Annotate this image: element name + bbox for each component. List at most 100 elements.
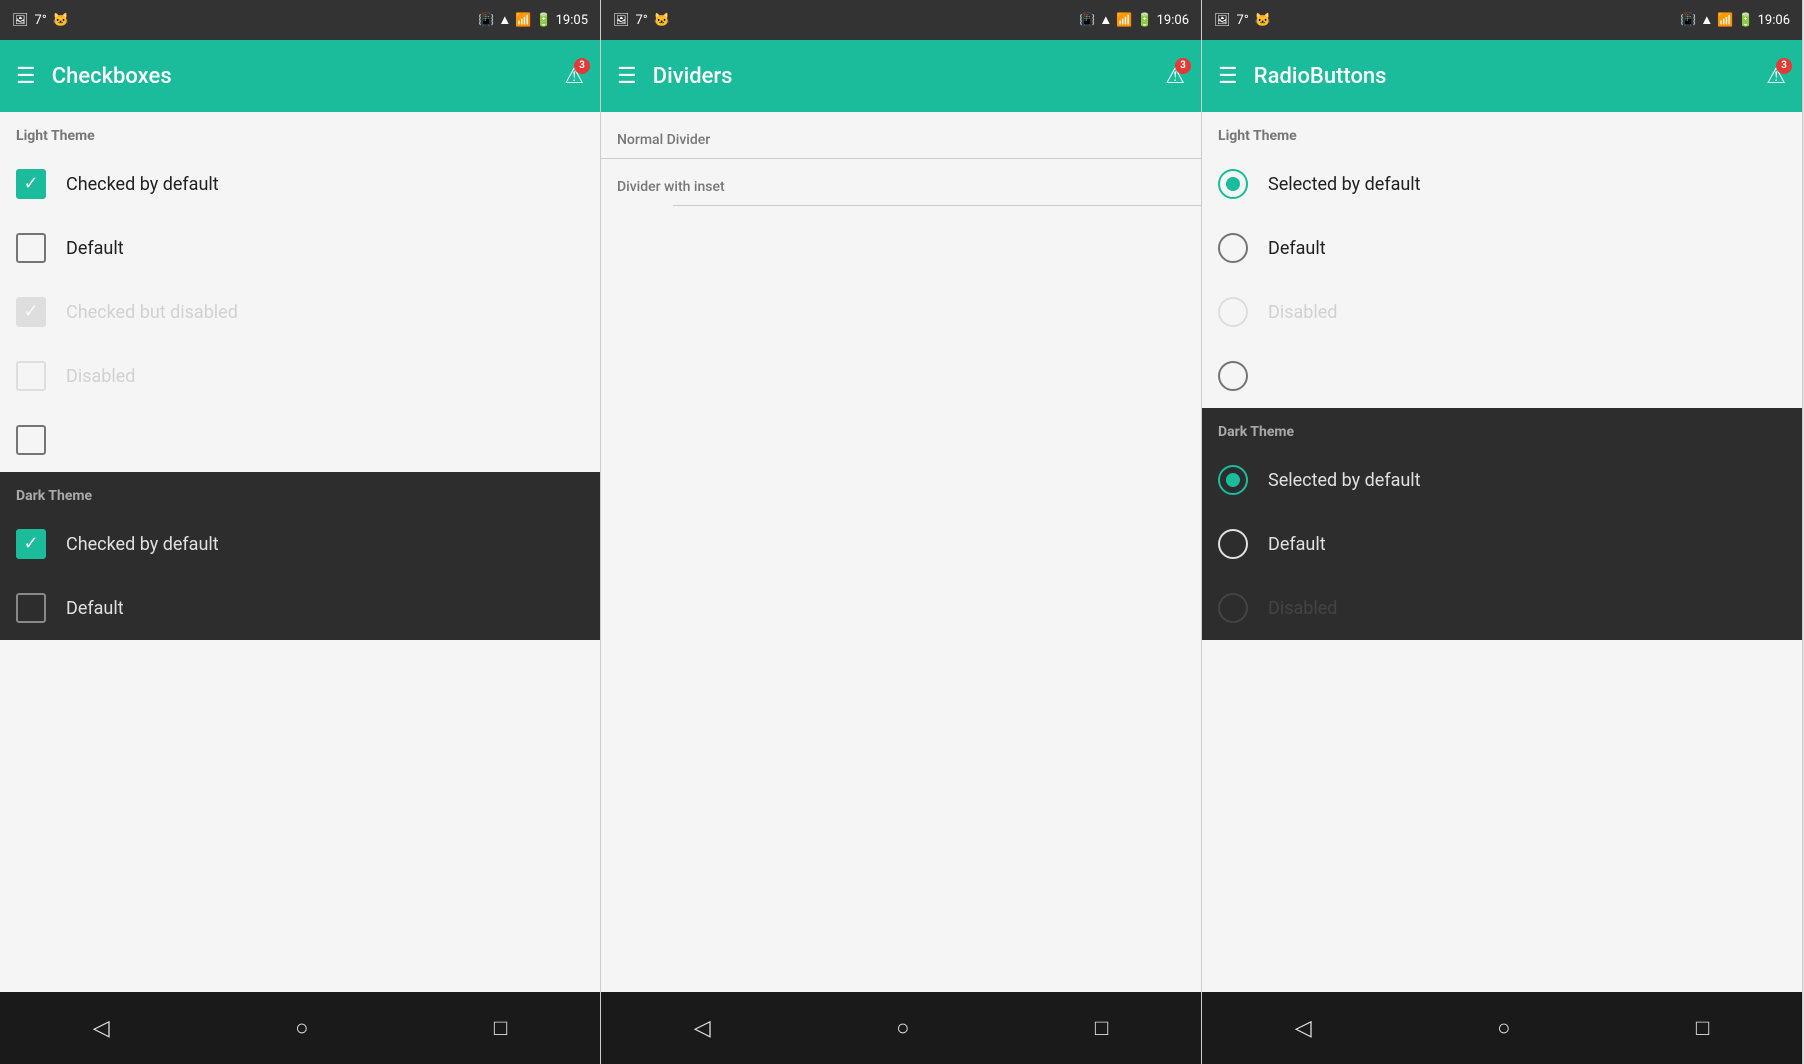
status-right: 📳 ▲ 📶 🔋 19:05 — [478, 12, 588, 28]
list-item[interactable]: Selected by default — [1202, 152, 1802, 216]
list-item[interactable]: Default — [1202, 512, 1802, 576]
status-vibrate-icon: 📳 — [478, 13, 494, 28]
status-bar-checkboxes: 🖼 7° 🐱 📳 ▲ 📶 🔋 19:05 — [0, 0, 600, 40]
recents-icon[interactable]: □ — [1696, 1015, 1709, 1041]
checkbox-dark-checked[interactable]: ✓ — [16, 529, 46, 559]
alert-badge[interactable]: ⚠ 3 — [1165, 64, 1185, 89]
radio-dark-selected[interactable] — [1218, 465, 1248, 495]
list-item[interactable]: Default — [1202, 216, 1802, 280]
normal-divider-label: Normal Divider — [601, 112, 1201, 158]
app-title-radio: RadioButtons — [1254, 64, 1751, 89]
status-battery-icon: 🔋 — [535, 13, 551, 28]
bottom-nav-checkboxes: ◁ ○ □ — [0, 992, 600, 1064]
checkbox-disabled-checked: ✓ — [16, 297, 46, 327]
radio-dark-disabled — [1218, 593, 1248, 623]
item-label: Checked by default — [66, 534, 219, 555]
status-bar-radio: 🖼 7° 🐱 📳 ▲ 📶 🔋 19:06 — [1202, 0, 1802, 40]
inset-divider-line — [673, 205, 1201, 206]
status-vibrate-icon: 📳 — [1680, 13, 1696, 28]
app-title-dividers: Dividers — [653, 64, 1150, 89]
checkbox-empty[interactable] — [16, 233, 46, 263]
home-icon[interactable]: ○ — [896, 1015, 909, 1041]
item-label: Selected by default — [1268, 470, 1421, 491]
status-right: 📳 ▲ 📶 🔋 19:06 — [1680, 12, 1790, 28]
back-icon[interactable]: ◁ — [1295, 1016, 1312, 1041]
radiobuttons-content: Light Theme Selected by default Default … — [1202, 112, 1802, 992]
back-icon[interactable]: ◁ — [93, 1016, 110, 1041]
radio-selected[interactable] — [1218, 169, 1248, 199]
status-wifi-icon: ▲ — [498, 12, 511, 28]
checkbox-disabled-empty — [16, 361, 46, 391]
hamburger-icon[interactable]: ☰ — [617, 64, 637, 89]
light-theme-label: Light Theme — [1202, 112, 1802, 152]
checkmark-icon: ✓ — [23, 535, 38, 553]
checkboxes-panel: 🖼 7° 🐱 📳 ▲ 📶 🔋 19:05 ☰ Checkboxes ⚠ 3 Li… — [0, 0, 601, 1064]
status-battery-icon: 🔋 — [1136, 13, 1152, 28]
home-icon[interactable]: ○ — [295, 1015, 308, 1041]
status-signal-icon: 📶 — [515, 13, 531, 28]
hamburger-icon[interactable]: ☰ — [16, 64, 36, 89]
alert-badge[interactable]: ⚠ 3 — [564, 64, 584, 89]
dark-theme-section-radio: Dark Theme Selected by default Default D… — [1202, 408, 1802, 640]
status-time: 19:06 — [1157, 13, 1189, 28]
radio-default[interactable] — [1218, 233, 1248, 263]
bottom-nav-radio: ◁ ○ □ — [1202, 992, 1802, 1064]
status-icon-cat: 🐱 — [53, 13, 69, 28]
list-item: Disabled — [0, 344, 600, 408]
item-label: Default — [1268, 238, 1326, 259]
list-item[interactable]: ✓ Checked by default — [0, 512, 600, 576]
checkbox-empty-2[interactable] — [16, 425, 46, 455]
item-label: Disabled — [1268, 598, 1337, 619]
list-item[interactable]: Default — [0, 216, 600, 280]
status-wifi-icon: ▲ — [1099, 12, 1112, 28]
dark-theme-section: Dark Theme ✓ Checked by default Default — [0, 472, 600, 640]
status-signal-icon: 📶 — [1116, 13, 1132, 28]
badge-count: 3 — [1776, 58, 1792, 74]
checkboxes-content: Light Theme ✓ Checked by default Default… — [0, 112, 600, 992]
status-bar-dividers: 🖼 7° 🐱 📳 ▲ 📶 🔋 19:06 — [601, 0, 1201, 40]
status-signal-icon: 📶 — [1717, 13, 1733, 28]
status-temp: 7° — [1237, 13, 1249, 28]
badge-count: 3 — [574, 58, 590, 74]
hamburger-icon[interactable]: ☰ — [1218, 64, 1238, 89]
checkmark-icon: ✓ — [23, 303, 38, 321]
radio-empty[interactable] — [1218, 361, 1248, 391]
status-wifi-icon: ▲ — [1700, 12, 1713, 28]
back-icon[interactable]: ◁ — [694, 1016, 711, 1041]
status-icon-photo: 🖼 — [12, 13, 29, 28]
radiobuttons-panel: 🖼 7° 🐱 📳 ▲ 📶 🔋 19:06 ☰ RadioButtons ⚠ 3 … — [1202, 0, 1803, 1064]
dark-theme-label: Dark Theme — [0, 472, 600, 512]
item-label: Default — [66, 238, 124, 259]
radio-dark-default[interactable] — [1218, 529, 1248, 559]
item-label: Selected by default — [1268, 174, 1421, 195]
status-icon-cat: 🐱 — [1255, 13, 1271, 28]
checkbox-dark-empty[interactable] — [16, 593, 46, 623]
status-battery-icon: 🔋 — [1737, 13, 1753, 28]
app-bar-dividers: ☰ Dividers ⚠ 3 — [601, 40, 1201, 112]
status-right: 📳 ▲ 📶 🔋 19:06 — [1079, 12, 1189, 28]
list-item[interactable]: Selected by default — [1202, 448, 1802, 512]
status-time: 19:05 — [556, 13, 588, 28]
list-item: Disabled — [1202, 576, 1802, 640]
status-left: 🖼 7° 🐱 — [12, 13, 69, 28]
recents-icon[interactable]: □ — [1095, 1015, 1108, 1041]
app-bar-radio: ☰ RadioButtons ⚠ 3 — [1202, 40, 1802, 112]
list-item: Disabled — [1202, 280, 1802, 344]
checkbox-checked[interactable]: ✓ — [16, 169, 46, 199]
bottom-nav-dividers: ◁ ○ □ — [601, 992, 1201, 1064]
recents-icon[interactable]: □ — [494, 1015, 507, 1041]
item-label: Default — [1268, 534, 1326, 555]
inset-divider-label: Divider with inset — [601, 159, 1201, 205]
item-label: Checked but disabled — [66, 302, 238, 323]
app-title-checkboxes: Checkboxes — [52, 64, 549, 89]
list-item[interactable] — [0, 408, 600, 472]
list-item[interactable] — [1202, 344, 1802, 408]
alert-badge[interactable]: ⚠ 3 — [1766, 64, 1786, 89]
list-item: ✓ Checked but disabled — [0, 280, 600, 344]
home-icon[interactable]: ○ — [1497, 1015, 1510, 1041]
status-temp: 7° — [636, 13, 648, 28]
list-item[interactable]: Default — [0, 576, 600, 640]
item-label: Disabled — [66, 366, 135, 387]
list-item[interactable]: ✓ Checked by default — [0, 152, 600, 216]
dividers-panel: 🖼 7° 🐱 📳 ▲ 📶 🔋 19:06 ☰ Dividers ⚠ 3 Norm… — [601, 0, 1202, 1064]
